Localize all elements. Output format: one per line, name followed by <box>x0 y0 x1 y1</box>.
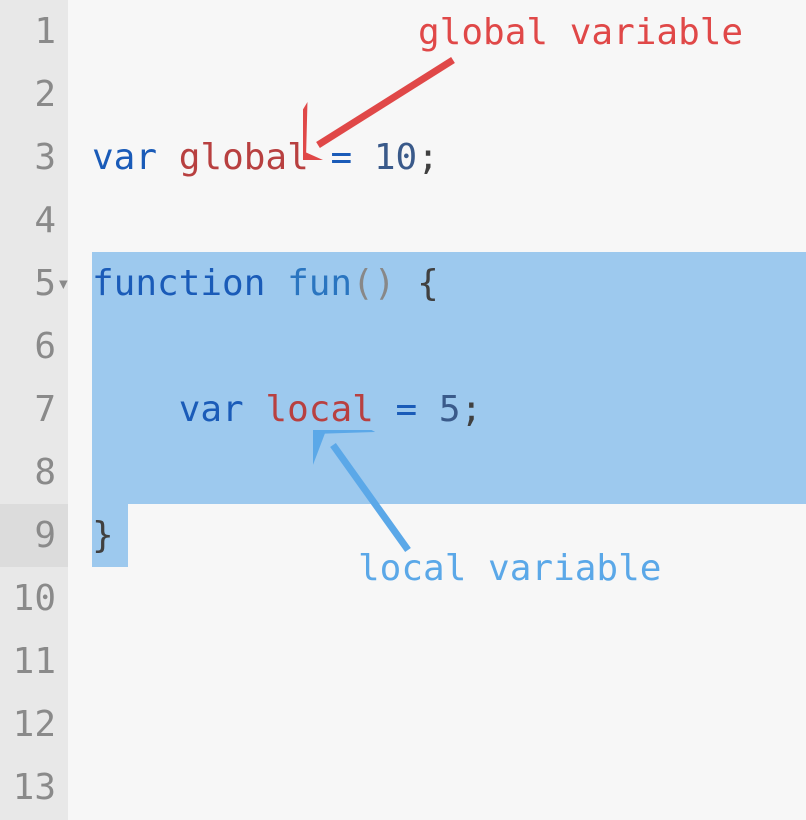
code-line: function fun() { <box>68 252 806 315</box>
line-number: 11 <box>0 630 68 693</box>
brace-close: } <box>92 515 114 556</box>
keyword-var: var <box>179 389 244 430</box>
space <box>157 137 179 178</box>
line-number: 4 <box>0 189 68 252</box>
line-number: 13 <box>0 756 68 819</box>
code-line <box>68 189 806 252</box>
semicolon: ; <box>461 389 483 430</box>
line-number: 3 <box>0 126 68 189</box>
line-number: 2 <box>0 63 68 126</box>
annotation-global-variable: global variable <box>418 12 743 53</box>
space <box>417 389 439 430</box>
brace-open: { <box>417 263 439 304</box>
keyword-var: var <box>92 137 157 178</box>
space <box>244 389 266 430</box>
keyword-function: function <box>92 263 265 304</box>
fold-marker-icon[interactable]: ▾ <box>57 252 70 315</box>
line-number-text: 5 <box>34 263 56 304</box>
space <box>265 263 287 304</box>
operator-equals: = <box>395 389 417 430</box>
function-name: fun <box>287 263 352 304</box>
space <box>374 389 396 430</box>
line-number: 10 <box>0 567 68 630</box>
line-number: 1 <box>0 0 68 63</box>
line-number: 5 ▾ <box>0 252 68 315</box>
identifier-global: global <box>179 137 309 178</box>
identifier-local: local <box>265 389 373 430</box>
line-number: 12 <box>0 693 68 756</box>
arrow-red-icon <box>303 50 463 160</box>
line-number-active: 9 <box>0 504 68 567</box>
number-literal: 5 <box>439 389 461 430</box>
line-gutter: 1 2 3 4 5 ▾ 6 7 8 9 10 11 12 13 <box>0 0 68 820</box>
code-area[interactable]: var global = 10; function fun() { var lo… <box>68 0 806 820</box>
line-number: 6 <box>0 315 68 378</box>
line-number: 8 <box>0 441 68 504</box>
space <box>395 263 417 304</box>
code-editor: 1 2 3 4 5 ▾ 6 7 8 9 10 11 12 13 var glob… <box>0 0 806 820</box>
arrow-blue-icon <box>313 430 443 560</box>
code-line <box>68 315 806 378</box>
parentheses: () <box>352 263 395 304</box>
line-number: 7 <box>0 378 68 441</box>
indent <box>92 389 179 430</box>
